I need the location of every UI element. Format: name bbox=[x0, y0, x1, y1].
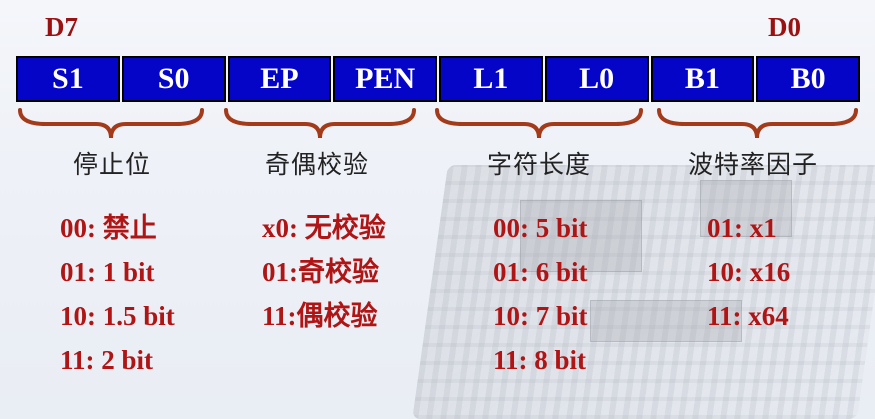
value-item: 11:偶校验 bbox=[262, 301, 378, 331]
group-title-parity: 奇偶校验 bbox=[265, 150, 370, 179]
mode-register: S1 S0 EP PEN L1 L0 B1 B0 bbox=[16, 56, 860, 106]
register-field-b0: B0 bbox=[756, 56, 860, 102]
bit-label-d7: D7 bbox=[45, 12, 78, 42]
group-title-baud-factor: 波特率因子 bbox=[688, 150, 819, 179]
register-field-l1: L1 bbox=[439, 56, 543, 102]
value-item: 01: 6 bit bbox=[493, 257, 588, 287]
brace-baud-factor bbox=[657, 108, 858, 139]
group-title-stop-bits: 停止位 bbox=[73, 150, 152, 179]
value-item: 10: 7 bit bbox=[493, 301, 588, 331]
value-item: x0: 无校验 bbox=[262, 213, 386, 243]
register-field-b1: B1 bbox=[650, 56, 755, 102]
motherboard-background-image bbox=[412, 165, 875, 419]
brace-char-length bbox=[435, 108, 643, 139]
register-field-l0: L0 bbox=[544, 56, 649, 102]
register-field-ep: EP bbox=[227, 56, 332, 102]
value-item: 11: 2 bit bbox=[60, 345, 154, 375]
parity-values: x0: 无校验 01:奇校验 11:偶校验 bbox=[262, 206, 386, 338]
baud-factor-values: 01: x1 10: x16 11: x64 bbox=[707, 206, 790, 338]
register-field-s1: S1 bbox=[16, 56, 120, 102]
value-item: 01:奇校验 bbox=[262, 257, 379, 287]
register-field-pen: PEN bbox=[333, 56, 437, 102]
group-title-char-length: 字符长度 bbox=[487, 150, 592, 179]
value-item: 01: x1 bbox=[707, 213, 777, 243]
value-item: 10: x16 bbox=[707, 257, 791, 287]
value-item: 01: 1 bit bbox=[60, 257, 155, 287]
stop-bits-values: 00: 禁止 01: 1 bit 10: 1.5 bit 11: 2 bit bbox=[60, 206, 175, 382]
bit-label-d0: D0 bbox=[768, 12, 801, 42]
register-field-s0: S0 bbox=[121, 56, 226, 102]
value-item: 10: 1.5 bit bbox=[60, 301, 175, 331]
brace-stop-bits bbox=[18, 108, 204, 139]
value-item: 11: 8 bit bbox=[493, 345, 587, 375]
value-item: 00: 禁止 bbox=[60, 213, 157, 243]
brace-parity bbox=[224, 108, 416, 139]
value-item: 00: 5 bit bbox=[493, 213, 588, 243]
char-length-values: 00: 5 bit 01: 6 bit 10: 7 bit 11: 8 bit bbox=[493, 206, 588, 382]
value-item: 11: x64 bbox=[707, 301, 789, 331]
